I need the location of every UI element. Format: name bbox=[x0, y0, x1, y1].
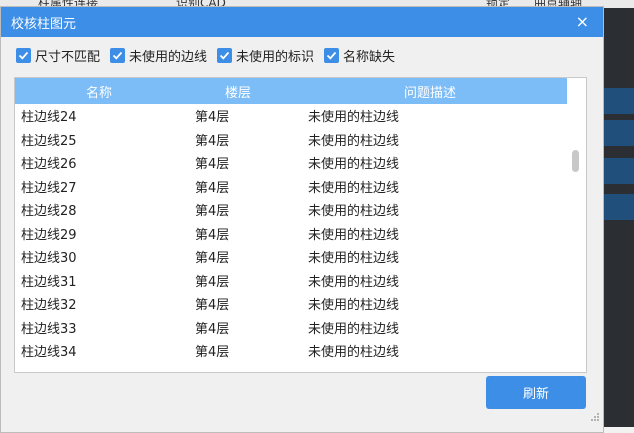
cell-description: 未使用的柱边线 bbox=[308, 180, 400, 196]
cell-floor: 第4层 bbox=[195, 133, 230, 149]
table-row[interactable]: 柱边线30 第4层 未使用的柱边线 bbox=[15, 245, 586, 269]
filter-size-mismatch[interactable]: 尺寸不匹配 bbox=[16, 46, 100, 65]
cell-name: 柱边线25 bbox=[21, 133, 77, 149]
table-row[interactable]: 柱边线32 第4层 未使用的柱边线 bbox=[15, 292, 586, 316]
table-row[interactable]: 柱边线24 第4层 未使用的柱边线 bbox=[15, 104, 586, 128]
filter-unused-mark[interactable]: 未使用的标识 bbox=[217, 46, 314, 65]
filter-bar: 尺寸不匹配 未使用的边线 未使用的标识 名称缺失 bbox=[1, 37, 603, 73]
column-header-description[interactable]: 问题描述 bbox=[293, 82, 567, 101]
table-row[interactable]: 柱边线33 第4层 未使用的柱边线 bbox=[15, 316, 586, 340]
filter-unused-edge[interactable]: 未使用的边线 bbox=[110, 46, 207, 65]
table-row[interactable]: 柱边线31 第4层 未使用的柱边线 bbox=[15, 269, 586, 293]
table-row[interactable]: 柱边线26 第4层 未使用的柱边线 bbox=[15, 151, 586, 175]
cell-name: 柱边线30 bbox=[21, 251, 77, 267]
cell-name: 柱边线29 bbox=[21, 227, 77, 243]
cell-floor: 第4层 bbox=[195, 345, 230, 361]
refresh-button[interactable]: 刷新 bbox=[486, 376, 586, 409]
filter-label: 未使用的边线 bbox=[129, 49, 208, 65]
cell-name: 柱边线31 bbox=[21, 274, 77, 290]
dialog-title: 校核柱图元 bbox=[11, 16, 77, 32]
cell-floor: 第4层 bbox=[195, 227, 230, 243]
vertical-scrollbar[interactable] bbox=[568, 78, 586, 372]
cell-name: 柱边线28 bbox=[21, 204, 77, 220]
issues-table: 名称 楼层 问题描述 柱边线24 第4层 未使用的柱边线 柱边线25 第4层 未使用的柱… bbox=[14, 77, 587, 373]
filter-missing-name[interactable]: 名称缺失 bbox=[324, 46, 395, 65]
cell-name: 柱边线32 bbox=[21, 298, 77, 314]
filter-label: 名称缺失 bbox=[343, 49, 396, 65]
column-header-floor[interactable]: 楼层 bbox=[183, 82, 293, 101]
filter-label: 尺寸不匹配 bbox=[35, 49, 101, 65]
cell-description: 未使用的柱边线 bbox=[308, 251, 400, 267]
table-row[interactable]: 柱边线27 第4层 未使用的柱边线 bbox=[15, 175, 586, 199]
cell-description: 未使用的柱边线 bbox=[308, 345, 400, 361]
cell-name: 柱边线26 bbox=[21, 157, 77, 173]
cell-floor: 第4层 bbox=[195, 274, 230, 290]
dialog-titlebar[interactable]: 校核柱图元 × bbox=[1, 7, 603, 37]
cell-description: 未使用的柱边线 bbox=[308, 110, 400, 126]
table-row[interactable]: 柱边线34 第4层 未使用的柱边线 bbox=[15, 339, 586, 363]
cell-description: 未使用的柱边线 bbox=[308, 133, 400, 149]
cell-description: 未使用的柱边线 bbox=[308, 321, 400, 337]
table-row[interactable]: 柱边线29 第4层 未使用的柱边线 bbox=[15, 222, 586, 246]
cell-name: 柱边线34 bbox=[21, 345, 77, 361]
cell-floor: 第4层 bbox=[195, 204, 230, 220]
cell-floor: 第4层 bbox=[195, 110, 230, 126]
cell-floor: 第4层 bbox=[195, 251, 230, 267]
cell-floor: 第4层 bbox=[195, 298, 230, 314]
cell-name: 柱边线24 bbox=[21, 110, 77, 126]
table-row[interactable]: 柱边线25 第4层 未使用的柱边线 bbox=[15, 128, 586, 152]
checkbox-checked-icon[interactable] bbox=[110, 47, 126, 63]
background-canvas bbox=[604, 8, 634, 433]
cell-description: 未使用的柱边线 bbox=[308, 298, 400, 314]
cell-description: 未使用的柱边线 bbox=[308, 227, 400, 243]
scrollbar-thumb[interactable] bbox=[572, 150, 579, 172]
filter-label: 未使用的标识 bbox=[236, 49, 315, 65]
checkbox-checked-icon[interactable] bbox=[16, 47, 31, 63]
cell-floor: 第4层 bbox=[195, 321, 230, 337]
close-icon[interactable]: × bbox=[572, 14, 593, 30]
cell-name: 柱边线33 bbox=[21, 321, 77, 337]
checkbox-checked-icon[interactable] bbox=[217, 47, 233, 63]
cell-description: 未使用的柱边线 bbox=[308, 204, 400, 220]
checkbox-checked-icon[interactable] bbox=[324, 47, 340, 63]
table-body: 柱边线24 第4层 未使用的柱边线 柱边线25 第4层 未使用的柱边线 柱边线26 第4层… bbox=[15, 104, 586, 363]
cell-description: 未使用的柱边线 bbox=[308, 274, 400, 290]
cell-name: 柱边线27 bbox=[21, 180, 77, 196]
resize-grip-icon[interactable] bbox=[590, 412, 600, 422]
table-row[interactable]: 柱边线28 第4层 未使用的柱边线 bbox=[15, 198, 586, 222]
column-header-name[interactable]: 名称 bbox=[15, 82, 183, 101]
cell-floor: 第4层 bbox=[195, 157, 230, 173]
cell-description: 未使用的柱边线 bbox=[308, 157, 400, 173]
cell-floor: 第4层 bbox=[195, 180, 230, 196]
table-header: 名称 楼层 问题描述 bbox=[15, 78, 567, 104]
